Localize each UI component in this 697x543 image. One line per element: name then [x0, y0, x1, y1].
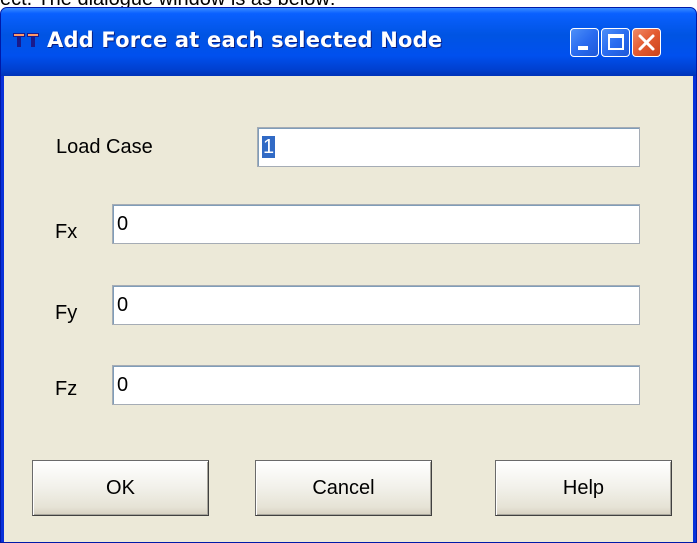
fx-value: 0: [117, 212, 129, 235]
load-case-label: Load Case: [56, 136, 153, 158]
fz-label: Fz: [55, 378, 78, 400]
minimize-icon: [578, 46, 588, 50]
fy-label: Fy: [55, 302, 78, 324]
load-case-field[interactable]: 1: [257, 127, 640, 167]
ok-button[interactable]: OK: [32, 460, 209, 516]
maximize-button[interactable]: [601, 28, 630, 57]
fx-field[interactable]: 0: [112, 204, 640, 244]
fy-field[interactable]: 0: [112, 285, 640, 325]
close-icon: [638, 34, 655, 51]
minimize-button[interactable]: [570, 28, 599, 57]
help-button[interactable]: Help: [495, 460, 672, 516]
close-button[interactable]: [632, 28, 661, 57]
fx-label: Fx: [55, 221, 78, 243]
fy-value: 0: [117, 293, 129, 316]
cad-app-icon: [13, 33, 39, 47]
load-case-value: 1: [262, 135, 276, 158]
dialog-window: Add Force at each selected Node Load Cas…: [0, 7, 697, 543]
dialog-body: Load Case 1 Fx 0 Fy 0 Fz 0 OK Cancel Hel…: [4, 76, 693, 542]
maximize-icon: [608, 34, 624, 50]
fz-value: 0: [117, 373, 129, 396]
fz-field[interactable]: 0: [112, 365, 640, 405]
title-bar[interactable]: Add Force at each selected Node: [1, 8, 696, 76]
window-title: Add Force at each selected Node: [47, 28, 443, 52]
cancel-button[interactable]: Cancel: [255, 460, 432, 516]
